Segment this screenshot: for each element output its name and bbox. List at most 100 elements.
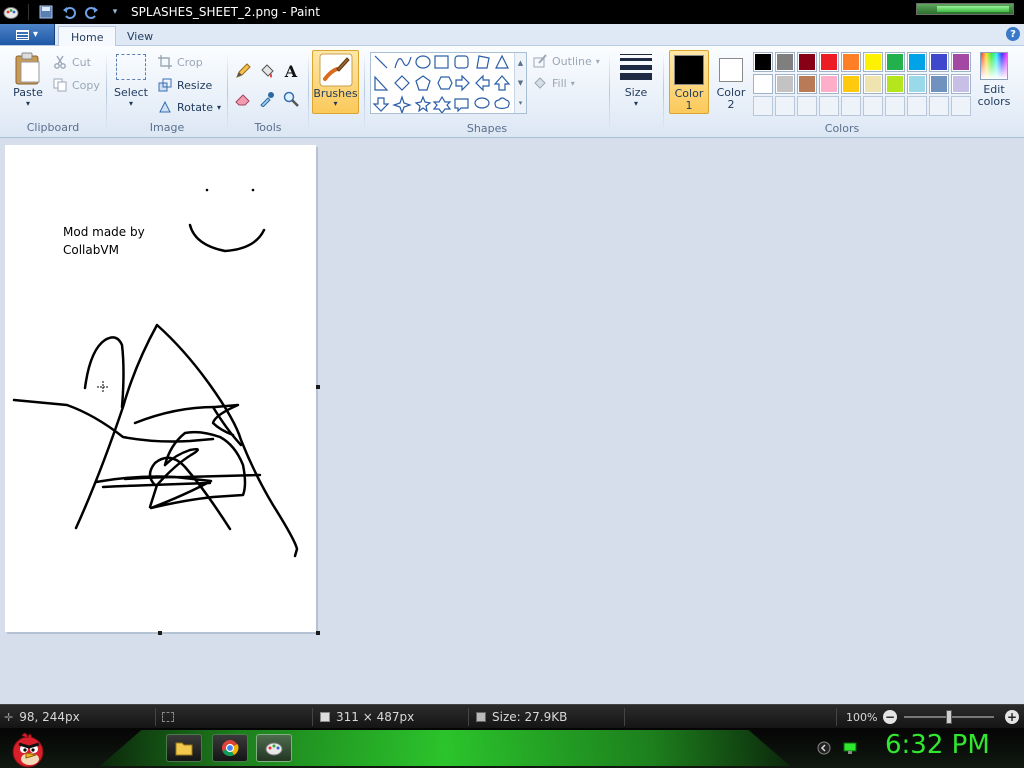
palette-swatch[interactable] <box>753 52 773 72</box>
palette-custom-slot[interactable] <box>753 96 773 116</box>
undo-icon[interactable] <box>59 3 79 21</box>
pencil-tool[interactable] <box>232 60 254 82</box>
zoom-out-button[interactable]: − <box>883 710 897 724</box>
palette-swatch[interactable] <box>951 74 971 94</box>
edit-colors-button[interactable]: Edit colors <box>974 52 1014 108</box>
palette-custom-slot[interactable] <box>951 96 971 116</box>
palette-custom-slot[interactable] <box>863 96 883 116</box>
size-button[interactable]: Size ▾ <box>617 52 655 108</box>
network-icon[interactable] <box>842 740 858 756</box>
zoom-in-button[interactable]: + <box>1005 710 1019 724</box>
palette-swatch[interactable] <box>951 52 971 72</box>
eraser-tool[interactable] <box>232 88 254 110</box>
palette-swatch[interactable] <box>819 74 839 94</box>
palette-swatch[interactable] <box>753 74 773 94</box>
resize-button[interactable]: Resize <box>157 75 212 95</box>
canvas-workspace[interactable]: Mod made by CollabVM <box>0 138 1024 704</box>
line-shape-icon <box>374 55 388 69</box>
crop-label: Crop <box>177 55 203 69</box>
paint-app-icon[interactable] <box>2 3 20 21</box>
canvas-drawing <box>12 188 299 558</box>
palette-swatch[interactable] <box>863 74 883 94</box>
canvas-text-line-1: Mod made by <box>63 225 145 239</box>
image-dimensions-text: 311 × 487px <box>336 710 415 724</box>
color-picker-tool[interactable] <box>256 88 278 110</box>
save-icon[interactable] <box>36 3 56 21</box>
crop-icon <box>157 54 173 70</box>
zoom-slider-thumb[interactable] <box>946 710 952 724</box>
six-point-star-shape-icon <box>432 95 452 113</box>
window-controls[interactable] <box>916 3 1014 15</box>
palette-swatch[interactable] <box>863 52 883 72</box>
taskbar-explorer[interactable] <box>166 734 202 762</box>
expand-gallery-icon[interactable]: ▾ <box>515 93 526 113</box>
palette-swatch[interactable] <box>929 74 949 94</box>
customize-quick-access-icon[interactable]: ▾ <box>105 3 125 21</box>
palette-swatch[interactable] <box>907 52 927 72</box>
shapes-scrollbar[interactable]: ▲ ▼ ▾ <box>514 53 526 113</box>
up-arrow-shape-icon <box>493 75 511 91</box>
tab-home[interactable]: Home <box>58 26 117 47</box>
brushes-button[interactable]: Brushes ▾ <box>312 50 359 114</box>
text-tool[interactable]: A <box>280 60 302 82</box>
drawing-canvas[interactable]: Mod made by CollabVM <box>5 145 316 632</box>
palette-swatch[interactable] <box>797 74 817 94</box>
palette-swatch[interactable] <box>775 52 795 72</box>
taskbar-chrome[interactable] <box>212 734 248 762</box>
palette-custom-slot[interactable] <box>929 96 949 116</box>
swatch-fill <box>865 54 881 70</box>
help-icon[interactable]: ? <box>1006 27 1020 41</box>
fill-tool[interactable] <box>256 60 278 82</box>
palette-swatch[interactable] <box>797 52 817 72</box>
color2-button[interactable]: Color 2 <box>711 50 751 114</box>
resize-handle-bottom[interactable] <box>158 631 162 635</box>
palette-swatch[interactable] <box>819 52 839 72</box>
palette-custom-slot[interactable] <box>775 96 795 116</box>
selection-icon <box>162 712 174 722</box>
crop-button[interactable]: Crop <box>157 52 203 72</box>
tab-view[interactable]: View <box>115 26 165 46</box>
palette-custom-slot[interactable] <box>907 96 927 116</box>
diamond-shape-icon <box>394 75 410 91</box>
palette-swatch[interactable] <box>775 74 795 94</box>
resize-handle-right[interactable] <box>316 385 320 389</box>
copy-button[interactable]: Copy <box>52 75 100 95</box>
copy-icon <box>52 77 68 93</box>
chevron-down-icon: ▾ <box>633 99 638 108</box>
palette-swatch[interactable] <box>885 74 905 94</box>
palette-swatch[interactable] <box>885 52 905 72</box>
taskbar-clock[interactable]: 6:32 PM <box>885 730 990 760</box>
palette-swatch[interactable] <box>907 74 927 94</box>
resize-handle-corner[interactable] <box>316 631 320 635</box>
color1-button[interactable]: Color 1 <box>669 50 709 114</box>
scroll-down-icon[interactable]: ▼ <box>515 73 526 93</box>
palette-custom-slot[interactable] <box>841 96 861 116</box>
palette-swatch[interactable] <box>841 52 861 72</box>
tray-arrow-icon[interactable] <box>816 740 832 756</box>
magnifier-tool[interactable] <box>280 88 302 110</box>
canvas-text-block: Mod made by CollabVM <box>63 223 145 259</box>
scroll-up-icon[interactable]: ▲ <box>515 53 526 73</box>
rotate-button[interactable]: Rotate ▾ <box>157 97 221 117</box>
cut-button[interactable]: Cut <box>52 52 91 72</box>
palette-custom-slot[interactable] <box>797 96 817 116</box>
smiley-mouth-stroke <box>188 223 266 253</box>
cut-label: Cut <box>72 55 91 69</box>
chrome-icon <box>222 740 239 757</box>
angry-bird-icon <box>12 732 44 768</box>
swatch-fill <box>931 98 947 114</box>
fill-button[interactable]: Fill ▾ <box>532 73 575 93</box>
palette-swatch[interactable] <box>929 52 949 72</box>
palette-custom-slot[interactable] <box>819 96 839 116</box>
swatch-fill <box>821 54 837 70</box>
group-separator <box>609 52 610 132</box>
redo-icon[interactable] <box>82 3 102 21</box>
start-button[interactable] <box>8 728 48 768</box>
outline-button[interactable]: Outline ▾ <box>532 51 600 71</box>
paint-menu-button[interactable]: ▾ <box>0 24 55 45</box>
taskbar-paint[interactable] <box>256 734 292 762</box>
paste-button[interactable]: Paste ▾ <box>8 52 48 108</box>
palette-swatch[interactable] <box>841 74 861 94</box>
select-button[interactable]: Select ▾ <box>113 54 149 108</box>
palette-custom-slot[interactable] <box>885 96 905 116</box>
